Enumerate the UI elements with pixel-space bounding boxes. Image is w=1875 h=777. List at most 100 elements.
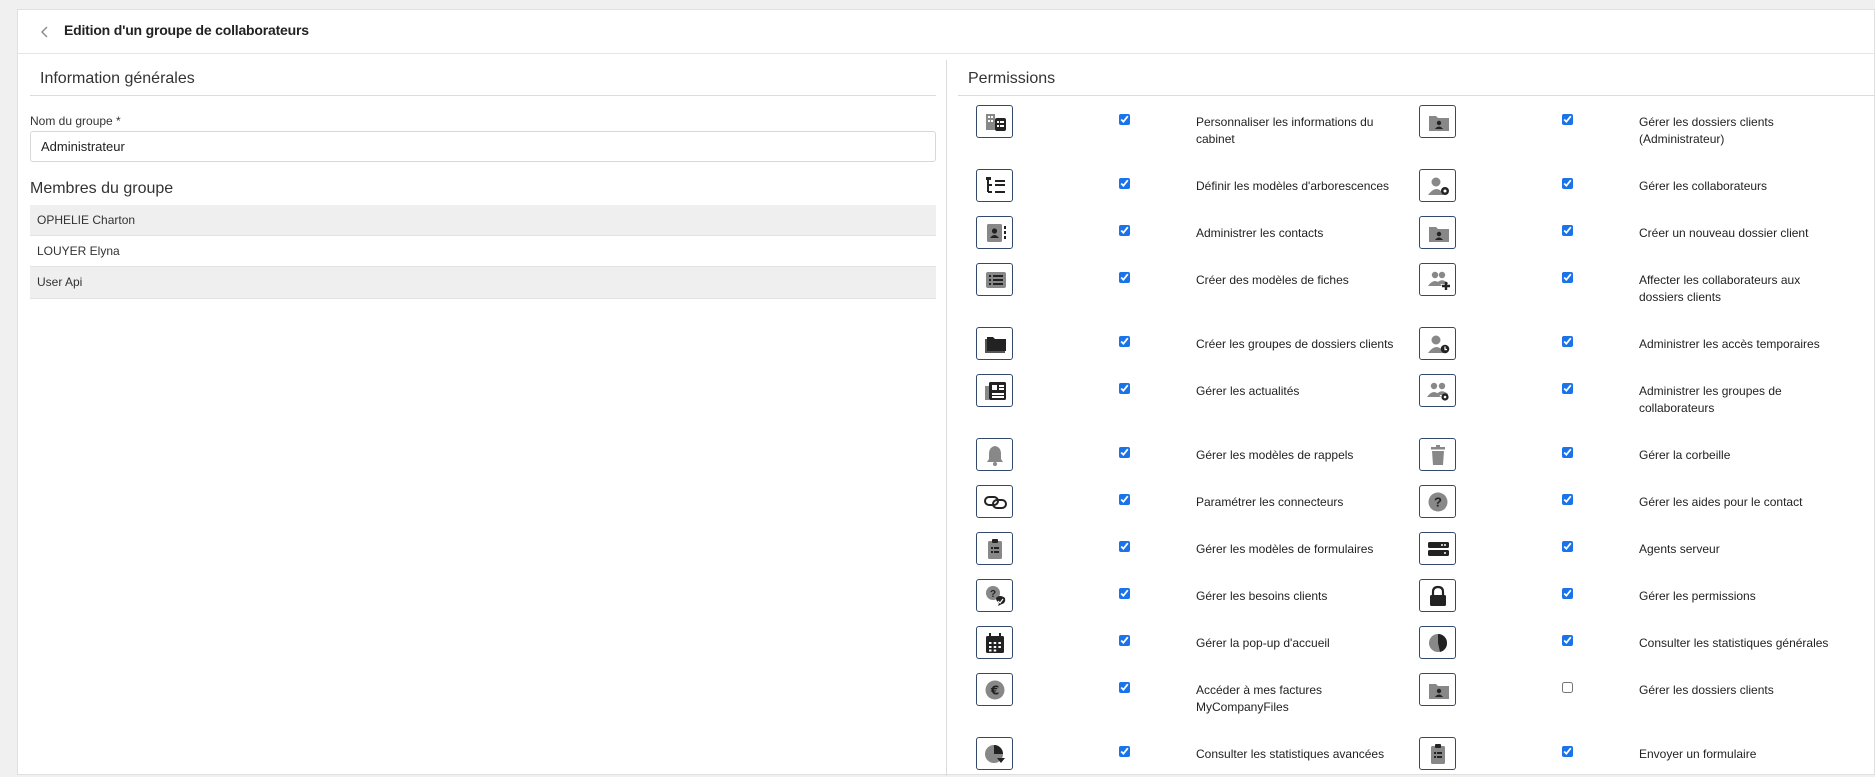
permission-label: Gérer les aides pour le contact — [1639, 495, 1803, 509]
permission-label: Gérer les dossiers clients — [1639, 683, 1774, 697]
permission-label: Administrer les contacts — [1196, 226, 1324, 240]
permission-checkbox[interactable] — [1562, 541, 1573, 552]
permission-item: Gérer les modèles de rappels — [976, 438, 1426, 478]
permission-label: Agents serveur — [1639, 542, 1720, 556]
permission-checkbox[interactable] — [1562, 635, 1573, 646]
permission-item: Envoyer un formulaire — [1419, 737, 1869, 777]
permissions-grid: Personnaliser les informations du cabine… — [18, 10, 1874, 774]
permission-checkbox[interactable] — [1119, 114, 1130, 125]
permission-checkbox[interactable] — [1562, 336, 1573, 347]
permission-label: Créer des modèles de fiches — [1196, 273, 1349, 287]
clipboard-list-icon — [976, 532, 1013, 565]
permission-item: Gérer la pop-up d'accueil — [976, 626, 1426, 666]
permission-checkbox[interactable] — [1562, 494, 1573, 505]
permission-checkbox[interactable] — [1119, 447, 1130, 458]
permission-checkbox[interactable] — [1119, 178, 1130, 189]
permission-item: Personnaliser les informations du cabine… — [976, 105, 1426, 146]
pie-chart-down-icon — [976, 737, 1013, 770]
permission-label: Accéder à mes factures MyCompanyFiles — [1196, 683, 1323, 714]
permission-checkbox[interactable] — [1119, 746, 1130, 757]
permission-checkbox[interactable] — [1119, 635, 1130, 646]
permission-item: Administrer les groupes de collaborateur… — [1419, 374, 1869, 415]
lock-icon — [1419, 579, 1456, 612]
question-chat-icon: ? — [976, 579, 1013, 612]
contact-book-icon — [976, 216, 1013, 249]
permission-item: Gérer les dossiers clients (Administrate… — [1419, 105, 1869, 146]
permission-checkbox[interactable] — [1562, 225, 1573, 236]
permission-label: Administrer les accès temporaires — [1639, 337, 1820, 351]
permission-label: Gérer les besoins clients — [1196, 589, 1328, 603]
permission-label: Administrer les groupes de collaborateur… — [1639, 384, 1782, 415]
permission-label: Personnaliser les informations du cabine… — [1196, 115, 1374, 146]
euro-icon: € — [976, 673, 1013, 706]
permission-label: Consulter les statistiques avancées — [1196, 747, 1385, 761]
permission-item: Gérer les dossiers clients — [1419, 673, 1869, 713]
permission-item: Gérer les actualités — [976, 374, 1426, 414]
permission-label: Consulter les statistiques générales — [1639, 636, 1829, 650]
building-list-icon — [976, 105, 1013, 138]
permission-item: Créer des modèles de fiches — [976, 263, 1426, 303]
permission-checkbox[interactable] — [1119, 225, 1130, 236]
permission-item: Paramétrer les connecteurs — [976, 485, 1426, 525]
permission-item: ? Gérer les aides pour le contact — [1419, 485, 1869, 525]
permission-checkbox[interactable] — [1119, 541, 1130, 552]
permission-item: Consulter les statistiques générales — [1419, 626, 1869, 666]
permission-item: Agents serveur — [1419, 532, 1869, 572]
permission-checkbox[interactable] — [1562, 746, 1573, 757]
svg-text:€: € — [989, 683, 998, 697]
permission-checkbox[interactable] — [1119, 588, 1130, 599]
permission-item: Consulter les statistiques avancées — [976, 737, 1426, 777]
permission-checkbox[interactable] — [1562, 588, 1573, 599]
permission-label: Gérer les modèles de formulaires — [1196, 542, 1374, 556]
permission-label: Créer un nouveau dossier client — [1639, 226, 1809, 240]
permission-checkbox[interactable] — [1562, 114, 1573, 125]
client-folder-icon — [1419, 216, 1456, 249]
question-icon: ? — [1419, 485, 1456, 518]
permission-item: Administrer les contacts — [976, 216, 1426, 256]
client-folder-icon — [1419, 105, 1456, 138]
user-gear-icon — [1419, 169, 1456, 202]
list-card-icon — [976, 263, 1013, 296]
users-plus-icon — [1419, 263, 1456, 296]
permission-label: Envoyer un formulaire — [1639, 747, 1757, 761]
permission-label: Créer les groupes de dossiers clients — [1196, 337, 1394, 351]
permission-checkbox[interactable] — [1119, 383, 1130, 394]
pie-chart-icon — [1419, 626, 1456, 659]
server-icon — [1419, 532, 1456, 565]
permission-item: Gérer les modèles de formulaires — [976, 532, 1426, 572]
edit-group-panel: Edition d'un groupe de collaborateurs In… — [17, 9, 1875, 776]
permission-label: Gérer les permissions — [1639, 589, 1756, 603]
permission-label: Définir les modèles d'arborescences — [1196, 179, 1390, 193]
tree-list-icon — [976, 169, 1013, 202]
permission-checkbox[interactable] — [1562, 178, 1573, 189]
permission-label: Paramétrer les connecteurs — [1196, 495, 1344, 509]
permission-item: Administrer les accès temporaires — [1419, 327, 1869, 367]
bell-icon — [976, 438, 1013, 471]
users-gear-icon — [1419, 374, 1456, 407]
permission-label: Gérer les modèles de rappels — [1196, 448, 1354, 462]
permission-item: Affecter les collaborateurs aux dossiers… — [1419, 263, 1869, 304]
permission-label: Affecter les collaborateurs aux dossiers… — [1639, 273, 1801, 304]
svg-text:?: ? — [989, 589, 995, 600]
permission-checkbox[interactable] — [1562, 447, 1573, 458]
user-clock-icon — [1419, 327, 1456, 360]
permission-checkbox[interactable] — [1562, 682, 1573, 693]
permission-checkbox[interactable] — [1119, 682, 1130, 693]
permission-item: ? Gérer les besoins clients — [976, 579, 1426, 619]
client-folder-icon — [1419, 673, 1456, 706]
permission-item: Créer un nouveau dossier client — [1419, 216, 1869, 256]
permission-checkbox[interactable] — [1119, 336, 1130, 347]
permission-checkbox[interactable] — [1119, 272, 1130, 283]
permission-item: Gérer les permissions — [1419, 579, 1869, 619]
svg-text:?: ? — [1434, 494, 1442, 509]
newspaper-icon — [976, 374, 1013, 407]
permission-checkbox[interactable] — [1119, 494, 1130, 505]
permission-checkbox[interactable] — [1562, 383, 1573, 394]
permission-label: Gérer la pop-up d'accueil — [1196, 636, 1330, 650]
permission-item: Créer les groupes de dossiers clients — [976, 327, 1426, 367]
permission-checkbox[interactable] — [1562, 272, 1573, 283]
permission-item: Gérer les collaborateurs — [1419, 169, 1869, 209]
link-icon — [976, 485, 1013, 518]
permission-item: Gérer la corbeille — [1419, 438, 1869, 478]
trash-icon — [1419, 438, 1456, 471]
